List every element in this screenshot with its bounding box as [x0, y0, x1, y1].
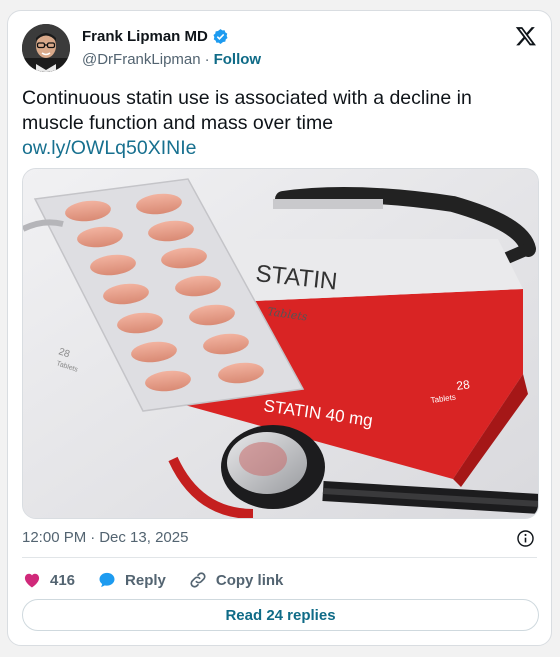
divider — [22, 557, 537, 558]
tweet-link[interactable]: ow.ly/OWLq50XINIe — [22, 136, 532, 161]
follow-button[interactable]: Follow — [214, 51, 262, 68]
box-count-number: 28 — [455, 377, 470, 393]
tweet-date: Dec 13, 2025 — [99, 529, 189, 546]
tweet-media-image[interactable]: STATIN Tablets STATIN 40 mg 28 Tablets 2… — [22, 168, 539, 519]
timestamp-separator: · — [90, 529, 96, 546]
tweet-card: Frank Lipman MD @DrFrankLipman · Follow … — [7, 10, 552, 646]
reply-bubble-icon — [99, 572, 115, 588]
reply-label: Reply — [125, 571, 166, 589]
heart-icon — [24, 573, 40, 588]
tweet-time: 12:00 PM — [22, 529, 87, 546]
tweet-body: Continuous statin use is associated with… — [22, 87, 472, 134]
x-logo-icon[interactable] — [515, 25, 537, 47]
tweet-timestamp[interactable]: 12:00 PM · Dec 13, 2025 — [22, 529, 188, 546]
tweet-text-block: Continuous statin use is associated with… — [22, 86, 532, 161]
like-count: 416 — [50, 571, 76, 589]
info-icon[interactable] — [516, 529, 535, 548]
copy-link-label: Copy link — [215, 571, 284, 589]
action-bar: 416 Reply Copy link — [22, 568, 305, 592]
author-display-name[interactable]: Frank Lipman MD — [82, 28, 208, 45]
copy-link-button[interactable]: Copy link — [188, 570, 284, 590]
avatar[interactable] — [22, 24, 70, 72]
author-name-row: Frank Lipman MD — [82, 28, 229, 45]
link-icon — [190, 572, 206, 588]
like-button[interactable]: 416 — [22, 570, 75, 590]
author-handle-row: @DrFrankLipman · Follow — [82, 51, 261, 68]
separator-dot: · — [204, 51, 210, 68]
verified-badge-icon — [213, 29, 228, 44]
author-handle[interactable]: @DrFrankLipman — [82, 51, 201, 68]
read-replies-button[interactable]: Read 24 replies — [22, 599, 539, 631]
reply-button[interactable]: Reply — [97, 570, 166, 590]
